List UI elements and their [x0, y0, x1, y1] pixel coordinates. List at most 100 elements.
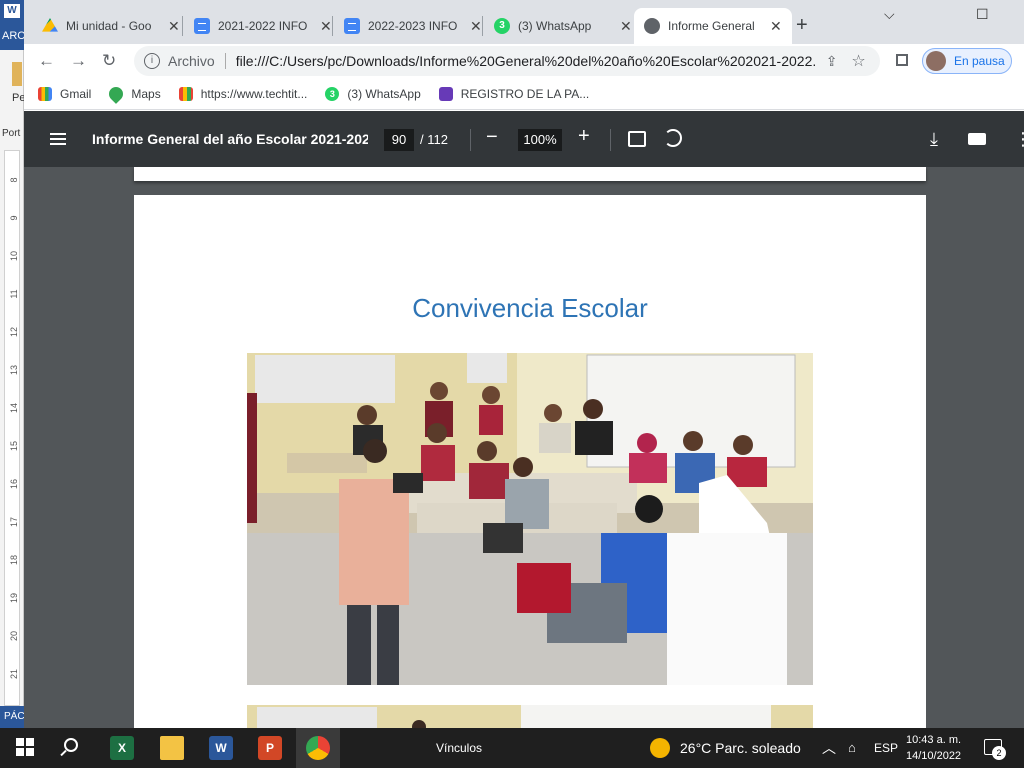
bookmark-label: (3) WhatsApp	[347, 86, 421, 101]
bookmark-registro[interactable]: REGISTRO DE LA PA...	[438, 86, 590, 101]
url-text[interactable]: file:///C:/Users/pc/Downloads/Informe%20…	[236, 53, 816, 69]
word-app-icon: W	[4, 4, 20, 18]
ruler-number: 14	[9, 403, 19, 414]
whatsapp-icon: 3	[325, 86, 340, 101]
back-arrow-icon[interactable]: ←	[38, 51, 55, 71]
tab-title: Informe General	[668, 19, 755, 33]
paste-icon[interactable]	[12, 62, 22, 86]
tab-title: (3) WhatsApp	[518, 19, 592, 33]
search-icon[interactable]	[64, 738, 78, 752]
ruler-number: 8	[9, 177, 19, 183]
reload-icon[interactable]: ↻	[102, 51, 116, 71]
page-number-input[interactable]: 90	[384, 129, 414, 151]
tab-informe-general[interactable]: Informe General ✕	[634, 8, 792, 44]
word-archivo-tab[interactable]: ARC	[2, 30, 25, 42]
chevron-up-icon[interactable]: ︿	[822, 738, 836, 758]
page-total: / 112	[420, 132, 448, 147]
zoom-out-button[interactable]: −	[486, 126, 498, 149]
profile-button[interactable]: En pausa	[922, 48, 1012, 74]
second-classroom-photo	[247, 705, 813, 728]
weather-icon[interactable]	[650, 738, 670, 758]
minimize-button[interactable]: ⌵	[884, 6, 895, 23]
new-tab-button[interactable]: +	[796, 14, 808, 37]
classroom-photo-drawing	[247, 353, 813, 685]
tab-separator	[332, 16, 333, 36]
more-options-icon[interactable]: ⋮	[1014, 129, 1024, 150]
tab-whatsapp[interactable]: 3 (3) WhatsApp ✕	[484, 8, 642, 44]
ruler-number: 18	[9, 555, 19, 566]
maps-icon	[106, 83, 127, 104]
pdf-viewport[interactable]: Convivencia Escolar	[24, 167, 1024, 728]
tab-title: Mi unidad - Goo	[66, 19, 152, 33]
globe-icon	[644, 18, 660, 34]
tab-2021-2022-info[interactable]: 2021-2022 INFO ✕	[184, 8, 342, 44]
ruler-number: 19	[9, 593, 19, 604]
ruler-number: 21	[9, 669, 19, 680]
bookmark-techtit[interactable]: https://www.techtit...	[178, 86, 307, 101]
ruler-number: 16	[9, 479, 19, 490]
download-icon[interactable]: ⤓	[930, 129, 938, 150]
file-explorer-icon[interactable]	[160, 736, 184, 760]
windows-taskbar: X W P Vínculos 26°C Parc. soleado ︿ ⌂ ES…	[0, 728, 1024, 768]
tab-2022-2023-info[interactable]: 2022-2023 INFO ✕	[334, 8, 492, 44]
windows-start-icon[interactable]	[16, 738, 34, 756]
close-icon[interactable]: ✕	[620, 18, 632, 35]
weather-text[interactable]: 26°C Parc. soleado	[680, 740, 801, 756]
ruler-number: 11	[9, 289, 19, 299]
ruler-number: 12	[9, 327, 19, 338]
bookmark-whatsapp[interactable]: 3 (3) WhatsApp	[325, 86, 421, 101]
menu-icon[interactable]	[50, 133, 66, 145]
rotate-icon[interactable]	[664, 129, 682, 147]
clock-time: 10:43 a. m.	[906, 734, 962, 746]
powerpoint-icon[interactable]: P	[258, 736, 282, 760]
tab-mi-unidad[interactable]: Mi unidad - Goo ✕	[32, 8, 190, 44]
bookmarks-bar: Gmail Maps https://www.techtit... 3 (3) …	[24, 78, 1024, 110]
language-indicator[interactable]: ESP	[874, 741, 898, 755]
bookmark-label: REGISTRO DE LA PA...	[460, 86, 590, 101]
system-clock[interactable]: 10:43 a. m. 14/10/2022	[906, 732, 961, 764]
grid-icon	[178, 86, 193, 101]
zoom-in-button[interactable]: +	[578, 125, 590, 148]
links-toolbar[interactable]: Vínculos	[436, 741, 482, 755]
share-icon[interactable]: ⇪	[826, 53, 838, 70]
pdf-toolbar: Informe General del año Escolar 2021-202…	[24, 111, 1024, 167]
google-drive-icon	[42, 18, 58, 32]
ruler-number: 10	[9, 251, 19, 262]
bookmark-star-icon[interactable]: ☆	[851, 51, 865, 71]
ruler-number: 17	[9, 517, 19, 528]
chrome-icon[interactable]	[306, 736, 330, 760]
tab-title: 2021-2022 INFO	[218, 19, 308, 33]
address-bar[interactable]: i Archivo file:///C:/Users/pc/Downloads/…	[134, 46, 880, 76]
tab-separator	[482, 16, 483, 36]
zoom-input[interactable]: 100%	[518, 129, 562, 151]
bookmark-gmail[interactable]: Gmail	[38, 86, 92, 101]
close-icon[interactable]: ✕	[770, 18, 782, 35]
ruler-number: 20	[9, 631, 19, 642]
page-heading: Convivencia Escolar	[412, 293, 648, 323]
ruler-number: 13	[9, 365, 19, 376]
pdf-title: Informe General del año Escolar 2021-202…	[92, 131, 368, 147]
notification-count: 2	[992, 746, 1006, 760]
excel-icon[interactable]: X	[110, 736, 134, 760]
vertical-ruler: 8 9 10 11 12 13 14 15 16 17 18 19 20 21	[4, 150, 20, 706]
previous-page	[134, 167, 926, 181]
word-icon[interactable]: W	[209, 736, 233, 760]
side-panel-icon[interactable]	[896, 54, 908, 66]
ruler-number: 15	[9, 441, 19, 452]
close-icon[interactable]: ✕	[168, 18, 180, 35]
print-icon[interactable]	[968, 133, 986, 145]
google-docs-icon	[194, 18, 210, 34]
bookmark-label: Gmail	[60, 86, 92, 101]
maximize-button[interactable]: ☐	[976, 6, 989, 23]
close-icon[interactable]: ✕	[320, 18, 332, 35]
network-icon[interactable]: ⌂	[848, 740, 856, 755]
info-icon[interactable]: i	[144, 53, 160, 69]
forward-arrow-icon[interactable]: →	[70, 51, 87, 71]
close-icon[interactable]: ✕	[470, 18, 482, 35]
bookmark-maps[interactable]: Maps	[106, 83, 161, 104]
fit-to-page-icon[interactable]	[628, 131, 646, 147]
forms-icon	[438, 86, 453, 101]
toolbar-divider	[470, 129, 471, 151]
whatsapp-icon: 3	[494, 18, 510, 34]
bookmark-label: Maps	[131, 86, 161, 101]
